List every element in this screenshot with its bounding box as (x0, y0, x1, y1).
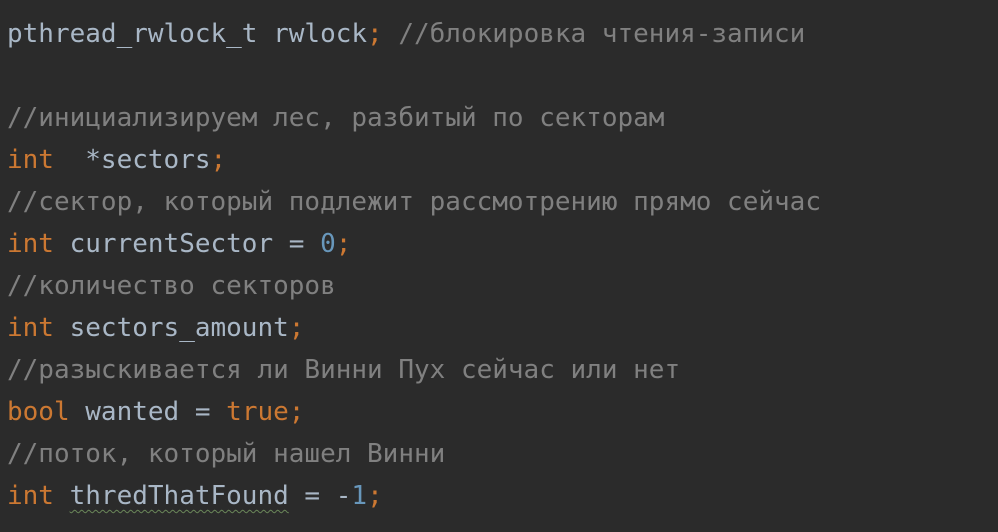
keyword-token: ; (335, 229, 352, 259)
code-line[interactable]: int currentSector = 0; (7, 223, 998, 265)
keyword-token: int (7, 145, 54, 175)
identifier-token: sectors_amount (53, 313, 289, 343)
identifier-token: *sectors (53, 145, 211, 175)
keyword-token: ; (288, 397, 305, 427)
code-editor[interactable]: pthread_rwlock_t rwlock; //блокировка чт… (0, 0, 998, 532)
code-line[interactable]: //поток, который нашел Винни (7, 433, 998, 475)
code-line[interactable]: //разыскивается ли Винни Пух сейчас или … (7, 349, 998, 391)
keyword-token: int (7, 481, 54, 511)
code-line[interactable]: int sectors_amount; (7, 307, 998, 349)
typo-highlighted-token: thredThatFound (69, 481, 289, 511)
code-line[interactable]: //сектор, который подлежит рассмотрению … (7, 181, 998, 223)
comment-token: //инициализируем лес, разбитый по сектор… (7, 103, 665, 133)
keyword-token: int (7, 313, 54, 343)
identifier-token: wanted = (69, 397, 227, 427)
comment-token: //блокировка чтения-записи (382, 19, 806, 49)
identifier-token: = - (288, 481, 352, 511)
number-token: 1 (351, 481, 368, 511)
keyword-token: ; (367, 19, 383, 49)
keyword-token: ; (210, 145, 227, 175)
comment-token: //сектор, который подлежит рассмотрению … (7, 187, 821, 217)
keyword-token: int (7, 229, 54, 259)
code-line[interactable]: int thredThatFound = -1; (7, 475, 998, 517)
code-line[interactable]: bool wanted = true; (7, 391, 998, 433)
code-line[interactable]: //инициализируем лес, разбитый по сектор… (7, 97, 998, 139)
code-line[interactable]: pthread_rwlock_t rwlock; //блокировка чт… (7, 13, 998, 55)
keyword-token: bool (7, 397, 70, 427)
keyword-token: ; (288, 313, 305, 343)
identifier-token (54, 481, 70, 511)
number-token: 0 (320, 229, 336, 259)
comment-token: //количество секторов (7, 271, 336, 301)
code-line[interactable] (7, 55, 998, 97)
keyword-token: true (226, 397, 289, 427)
identifier-token: currentSector = (53, 229, 321, 259)
comment-token: //разыскивается ли Винни Пух сейчас или … (7, 355, 681, 385)
keyword-token: ; (367, 481, 383, 511)
code-line[interactable]: //количество секторов (7, 265, 998, 307)
code-line[interactable]: int *sectors; (7, 139, 998, 181)
identifier-token: pthread_rwlock_t rwlock (7, 19, 368, 49)
comment-token: //поток, который нашел Винни (7, 439, 446, 469)
